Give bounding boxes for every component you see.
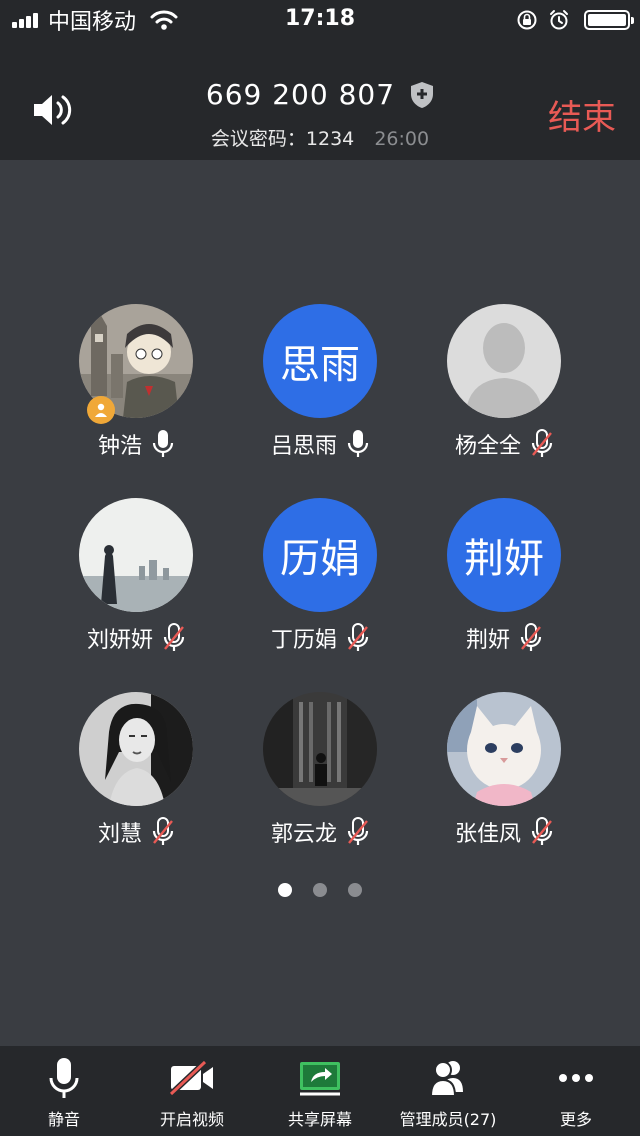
mute-label: 静音 [47,1110,80,1129]
participant-avatar [263,692,377,806]
participant-tile[interactable]: 杨全全 [412,304,596,460]
status-bar: 中国移动 17:18 [0,0,640,40]
participant-label: 丁历娟 [228,622,412,654]
alarm-icon [550,10,568,30]
password-value: 1234 [305,128,355,150]
mic-on-icon [152,430,174,457]
share-screen-button[interactable]: 共享屏幕 [256,1046,384,1136]
participant-avatar [79,692,193,806]
video-off-icon [168,1059,213,1097]
participant-tile[interactable]: 郭云龙 [228,692,412,848]
participant-label: 刘妍妍 [44,622,228,654]
participant-label: 杨全全 [412,428,596,460]
participant-tile[interactable]: 思雨 吕思雨 [228,304,412,460]
manage-members-button[interactable]: 管理成员(27) [384,1046,512,1136]
participant-tile[interactable]: 荆妍 荆妍 [412,498,596,654]
participant-avatar [79,498,193,612]
participant-tile[interactable]: 刘慧 [44,692,228,848]
participant-avatar: 思雨 [263,304,377,418]
bottom-toolbar: 静音 开启视频 共享屏幕 管理成员(27) 更多 [0,1046,640,1136]
mic-muted-icon [347,817,369,845]
participant-avatar [447,692,561,806]
shield-icon[interactable] [410,81,434,109]
participant-tile[interactable]: 张佳凤 [412,692,596,848]
participant-tile[interactable]: 刘妍妍 [44,498,228,654]
mic-muted-icon [531,429,553,457]
more-button[interactable]: 更多 [512,1046,640,1136]
more-icon [559,1074,593,1082]
manage-members-label: 管理成员(27) [399,1110,497,1129]
participant-label: 刘慧 [44,816,228,848]
meeting-id: 669 200 807 [205,78,396,111]
participant-label: 张佳凤 [412,816,596,848]
page-dot[interactable] [313,883,327,897]
participant-tile[interactable]: 历娟 丁历娟 [228,498,412,654]
participant-name: 刘妍妍 [86,628,153,653]
members-icon [429,1061,463,1097]
mic-muted-icon [531,817,553,845]
meeting-id-row: 669 200 807 [0,78,640,111]
participant-label: 荆妍 [412,622,596,654]
more-label: 更多 [559,1110,592,1129]
default-avatar-icon [447,304,561,418]
meeting-duration: 26:00 [374,128,430,150]
status-right [506,6,634,34]
start-video-button[interactable]: 开启视频 [128,1046,256,1136]
rotation-lock-icon [517,10,537,30]
participant-name: 刘慧 [97,822,142,847]
mic-muted-icon [347,623,369,651]
battery-icon [584,10,634,30]
mute-button[interactable]: 静音 [0,1046,128,1136]
participant-name: 吕思雨 [270,434,337,459]
meeting-info: 会议密码：1234 26:00 [0,124,640,151]
mic-on-icon [347,430,369,457]
end-meeting-button[interactable]: 结束 [548,90,616,139]
participant-avatar: 历娟 [263,498,377,612]
password-label: 会议密码： [210,128,306,150]
page-indicator[interactable] [0,882,640,901]
page-dot[interactable] [348,883,363,897]
participant-name: 钟浩 [97,434,142,459]
host-badge-icon [87,396,115,424]
participant-name: 荆妍 [465,628,510,653]
participant-tile[interactable]: 钟浩 [44,304,228,460]
participant-name: 张佳凤 [454,822,521,847]
mic-muted-icon [520,623,542,651]
participant-label: 郭云龙 [228,816,412,848]
participant-name: 郭云龙 [270,822,337,847]
meeting-header: 669 200 807 会议密码：1234 26:00 结束 [0,40,640,160]
participant-label: 吕思雨 [228,428,412,460]
mic-muted-icon [163,623,185,651]
participant-label: 钟浩 [44,428,228,460]
participant-avatar: 荆妍 [447,498,561,612]
share-screen-icon [300,1062,340,1096]
start-video-label: 开启视频 [159,1110,224,1129]
participant-name: 杨全全 [454,434,521,459]
participant-name: 丁历娟 [270,628,337,653]
mic-muted-icon [152,817,174,845]
share-screen-label: 共享屏幕 [287,1110,352,1129]
microphone-icon [49,1058,79,1098]
page-dot-active[interactable] [277,883,292,897]
